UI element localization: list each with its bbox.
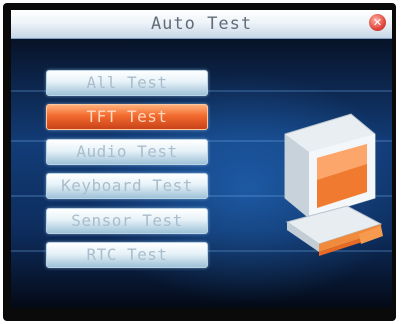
title-bar: Auto Test ✕ (11, 10, 392, 39)
menu-item-keyboard-test[interactable]: Keyboard Test (46, 173, 208, 200)
computer-icon (284, 113, 383, 256)
test-menu: All Test TFT Test Audio Test Keyboard Te… (46, 70, 208, 276)
menu-item-tft-test[interactable]: TFT Test (46, 104, 208, 131)
close-icon[interactable]: ✕ (369, 14, 386, 31)
menu-item-all-test[interactable]: All Test (46, 70, 208, 96)
screen: Auto Test ✕ All Test TFT Test Audio Test… (11, 10, 392, 308)
menu-item-rtc-test[interactable]: RTC Test (46, 241, 208, 268)
window-title: Auto Test (150, 14, 253, 34)
menu-item-sensor-test[interactable]: Sensor Test (46, 207, 208, 234)
menu-item-audio-test[interactable]: Audio Test (46, 138, 208, 165)
